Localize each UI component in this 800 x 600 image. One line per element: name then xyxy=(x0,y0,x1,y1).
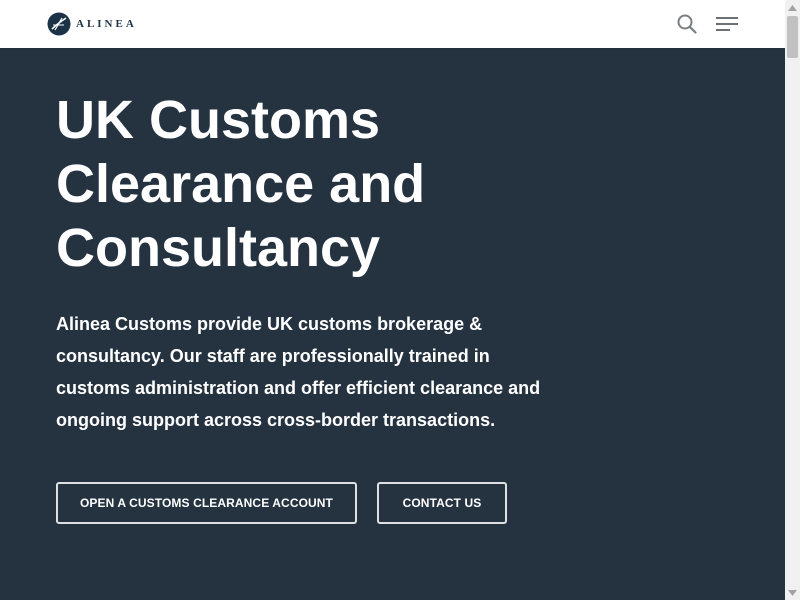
hero-description: Alinea Customs provide UK customs broker… xyxy=(56,314,541,430)
vertical-scrollbar[interactable] xyxy=(785,0,800,600)
logo-text: ALINEA xyxy=(76,18,137,30)
contact-us-button[interactable]: CONTACT US xyxy=(377,482,507,524)
hero-section: UK Customs Clearance and Consultancy Ali… xyxy=(0,48,785,600)
scrollbar-thumb[interactable] xyxy=(787,16,798,58)
scroll-up-arrow-icon[interactable] xyxy=(785,0,800,15)
site-header: ALINEA xyxy=(0,0,785,48)
hamburger-menu-icon xyxy=(716,17,738,31)
hero-title: UK Customs Clearance and Consultancy xyxy=(56,90,426,278)
scroll-down-arrow-icon[interactable] xyxy=(785,585,800,600)
logo[interactable]: ALINEA xyxy=(47,12,137,36)
page: ALINEA UK Customs Clearance and Consulta… xyxy=(0,0,800,600)
menu-button[interactable] xyxy=(715,14,739,34)
search-button[interactable] xyxy=(676,13,698,35)
open-account-button[interactable]: OPEN A CUSTOMS CLEARANCE ACCOUNT xyxy=(56,482,357,524)
search-icon xyxy=(677,14,697,34)
logo-mark-icon xyxy=(47,12,71,36)
